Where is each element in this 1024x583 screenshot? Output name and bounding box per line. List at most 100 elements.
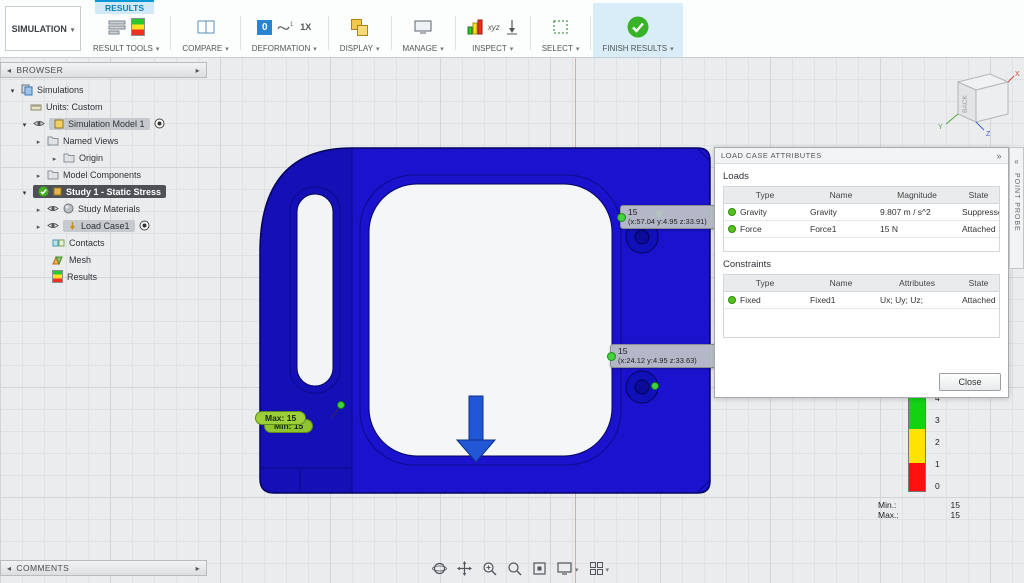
tab-results[interactable]: RESULTS — [95, 0, 154, 14]
tree-item-study-materials[interactable]: Study Materials — [0, 200, 210, 217]
chevron-down-icon — [156, 44, 160, 53]
result-legend: 4 3 2 1 0 — [908, 396, 940, 492]
tree-item-origin[interactable]: Origin — [0, 149, 210, 166]
point-probe-tab[interactable]: POINT PROBE — [1009, 147, 1024, 269]
visibility-eye-icon[interactable] — [47, 221, 59, 230]
comments-bar[interactable]: COMMENTS — [0, 560, 207, 576]
visibility-eye-icon[interactable] — [33, 119, 45, 128]
selected-node-pill[interactable]: Simulation Model 1 — [49, 118, 150, 130]
min-label: Min.: — [878, 500, 896, 510]
disclosure-triangle[interactable] — [34, 204, 43, 214]
compare-icon[interactable] — [197, 19, 215, 35]
table-row[interactable]: Force Force1 15 N Attached — [724, 221, 999, 238]
expand-left-icon[interactable] — [1014, 151, 1018, 169]
disclosure-triangle[interactable] — [8, 85, 17, 95]
compare-menu[interactable]: COMPARE — [182, 44, 228, 53]
panel-options-icon[interactable] — [196, 65, 200, 75]
disclosure-triangle[interactable] — [34, 170, 43, 180]
tree-item-simulation-model[interactable]: Simulation Model 1 — [0, 115, 210, 132]
study-solved-check-icon — [38, 186, 49, 197]
zoom-window-icon[interactable] — [482, 561, 497, 576]
toolbar-separator — [455, 16, 456, 50]
x-axis-label: X — [1015, 71, 1020, 78]
probe-label-2[interactable]: 15 (x:24.12 y:4.95 z:33.63) — [610, 344, 718, 368]
probe-dot-icon — [607, 352, 616, 361]
fit-view-icon[interactable] — [532, 561, 547, 576]
collapse-panel-icon[interactable] — [7, 563, 11, 573]
browser-tree: Simulations Units: Custom Simulation Mod… — [0, 81, 210, 285]
z-axis-line — [976, 122, 984, 130]
loads-table-header: Type Name Magnitude State — [724, 187, 999, 204]
comments-title: COMMENTS — [16, 563, 69, 573]
visibility-eye-icon[interactable] — [47, 204, 59, 213]
tree-item-load-case[interactable]: Load Case1 — [0, 217, 210, 234]
collapse-right-icon[interactable] — [996, 151, 1002, 161]
active-radio-icon[interactable] — [154, 118, 165, 129]
table-row[interactable]: Gravity Gravity 9.807 m / s^2 Suppressed — [724, 204, 999, 221]
pan-icon[interactable] — [457, 561, 472, 576]
manage-menu[interactable]: MANAGE — [403, 44, 444, 53]
tree-item-simulations[interactable]: Simulations — [0, 81, 210, 98]
tree-item-model-components[interactable]: Model Components — [0, 166, 210, 183]
browser-header[interactable]: BROWSER — [0, 62, 207, 78]
measure-icon[interactable] — [505, 19, 519, 35]
deformation-scale-icon[interactable]: 1 — [277, 20, 295, 35]
deformation-zero-icon[interactable]: 0 — [257, 20, 272, 35]
legend-settings-icon[interactable] — [131, 18, 145, 36]
deformation-1x-icon[interactable]: 1X — [300, 22, 311, 32]
disclosure-triangle[interactable] — [20, 187, 29, 197]
svg-text:1: 1 — [290, 22, 294, 28]
result-tools-menu[interactable]: RESULT TOOLS — [93, 44, 159, 53]
display-icon[interactable] — [351, 19, 368, 36]
result-tools-icon[interactable] — [108, 19, 126, 35]
workspace-switcher[interactable]: SIMULATION — [5, 6, 81, 51]
select-icon[interactable] — [552, 19, 569, 35]
load-case-panel-header[interactable]: LOAD CASE ATTRIBUTES — [715, 148, 1008, 164]
finish-results-menu[interactable]: FINISH RESULTS — [602, 44, 673, 53]
manage-icon[interactable] — [414, 19, 432, 35]
zoom-icon[interactable] — [507, 561, 522, 576]
y-axis-label: Y — [938, 124, 943, 131]
inspect-results-icon[interactable] — [467, 19, 483, 35]
active-radio-icon[interactable] — [139, 220, 150, 231]
selected-node-pill[interactable]: Load Case1 — [63, 220, 135, 232]
model-body[interactable] — [260, 148, 710, 493]
select-menu[interactable]: SELECT — [542, 44, 580, 53]
max-result-label[interactable]: Max: 15 — [255, 411, 306, 425]
panel-options-icon[interactable] — [196, 563, 200, 573]
workspace-label: SIMULATION — [12, 24, 67, 34]
legend-tick: 0 — [935, 481, 940, 491]
deformation-menu[interactable]: DEFORMATION — [252, 44, 317, 53]
simulations-icon — [21, 84, 33, 96]
orbit-icon[interactable] — [432, 561, 447, 576]
tree-item-contacts[interactable]: Contacts — [0, 234, 210, 251]
component-icon — [54, 119, 64, 129]
grid-layout-icon[interactable] — [589, 559, 610, 577]
status-dot-icon — [728, 296, 736, 304]
active-study-pill[interactable]: Study 1 - Static Stress — [33, 185, 166, 198]
tree-item-study[interactable]: Study 1 - Static Stress — [0, 183, 210, 200]
folder-icon — [47, 170, 59, 180]
collapse-panel-icon[interactable] — [7, 65, 11, 75]
constraints-heading: Constraints — [723, 259, 1000, 270]
tree-item-units[interactable]: Units: Custom — [0, 98, 210, 115]
display-menu[interactable]: DISPLAY — [340, 44, 380, 53]
disclosure-triangle[interactable] — [34, 136, 43, 146]
xyz-probe-icon[interactable]: xyz — [488, 23, 500, 32]
table-row[interactable]: Fixed Fixed1 Ux; Uy; Uz; Attached — [724, 292, 999, 309]
probe-label-1[interactable]: 15 (x:57.04 y:4.95 z:33.91) — [620, 205, 728, 229]
finish-results-icon[interactable] — [626, 15, 650, 39]
disclosure-triangle[interactable] — [20, 119, 29, 129]
close-button[interactable]: Close — [939, 373, 1001, 391]
disclosure-triangle[interactable] — [34, 221, 43, 231]
tree-item-mesh[interactable]: Mesh — [0, 251, 210, 268]
constraints-table: Type Name Attributes State Fixed Fixed1 … — [723, 274, 1000, 338]
max-label: Max.: — [878, 510, 899, 520]
results-icon — [52, 270, 63, 283]
inspect-menu[interactable]: INSPECT — [472, 44, 513, 53]
disclosure-triangle[interactable] — [50, 153, 59, 163]
tree-item-named-views[interactable]: Named Views — [0, 132, 210, 149]
tree-item-results[interactable]: Results — [0, 268, 210, 285]
view-cube[interactable]: BACK X Y Z — [936, 66, 1020, 140]
display-settings-icon[interactable] — [557, 559, 579, 577]
